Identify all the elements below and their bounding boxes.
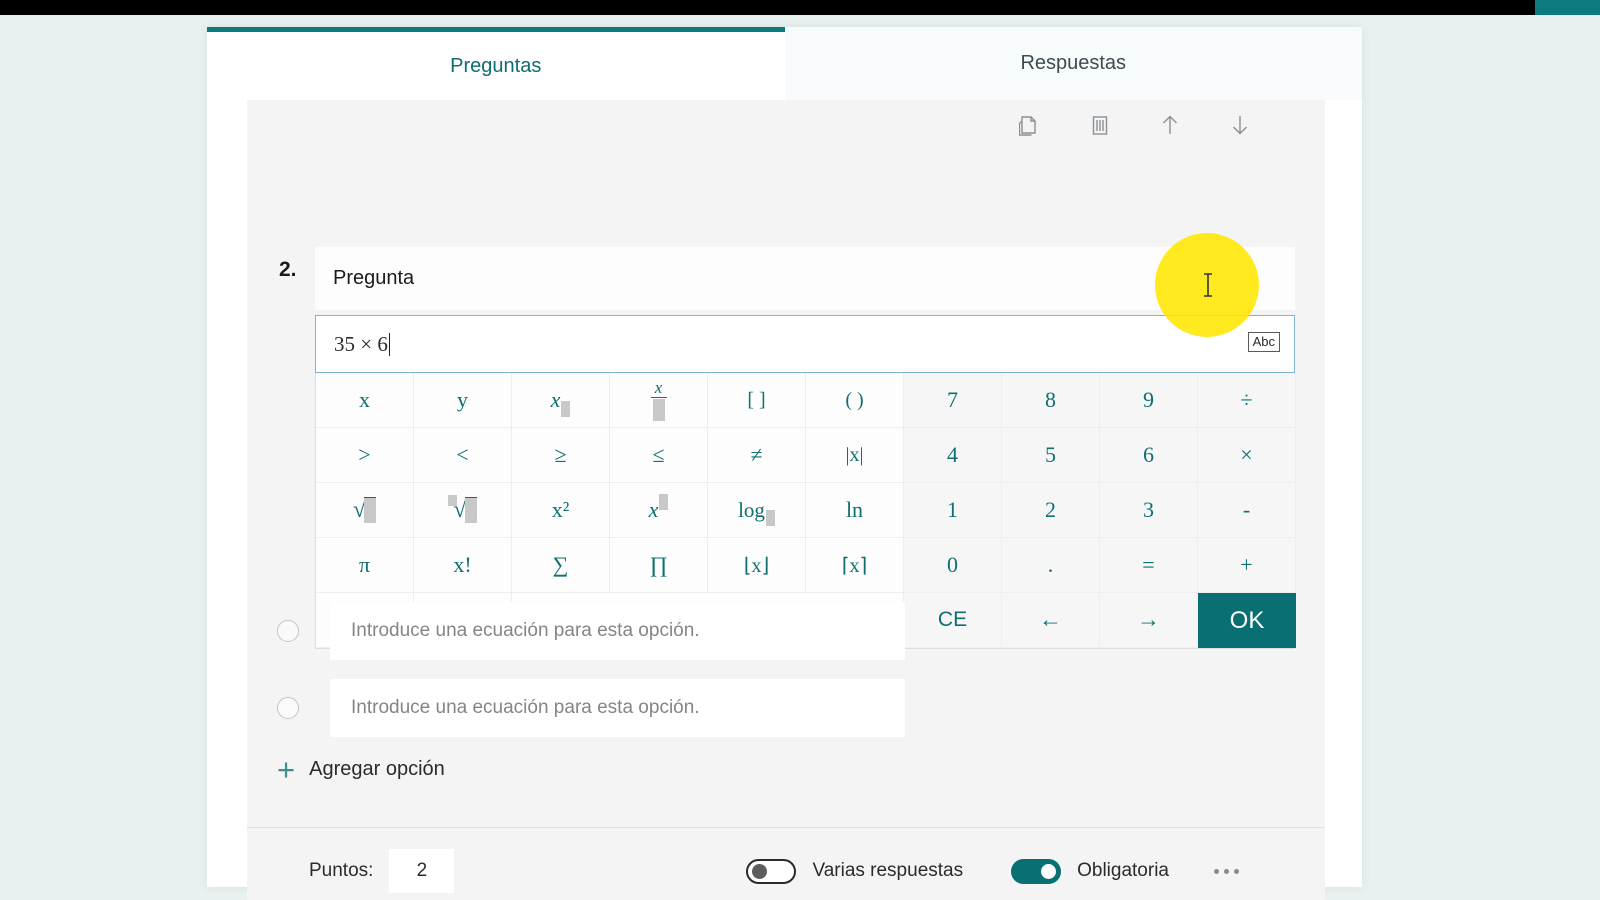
required-group: Obligatoria (1011, 858, 1169, 884)
key-not-equal[interactable]: ≠ (708, 428, 806, 483)
key-subscript[interactable]: x (512, 373, 610, 428)
points-label: Puntos: (309, 860, 374, 881)
question-toolbar (1015, 110, 1255, 140)
key-factorial[interactable]: x! (414, 538, 512, 593)
key-log[interactable]: log (708, 483, 806, 538)
required-toggle[interactable] (1011, 858, 1062, 884)
key-product[interactable]: ∏ (610, 538, 708, 593)
option-row: Introduce una ecuación para esta opción. (247, 600, 1325, 662)
key-multiply[interactable]: × (1198, 428, 1296, 483)
option-equation-input[interactable]: Introduce una ecuación para esta opción. (330, 602, 905, 660)
add-option-button[interactable]: + Agregar opción (247, 754, 1325, 785)
key-nth-root[interactable]: √ (414, 483, 512, 538)
key-brackets[interactable]: [ ] (708, 373, 806, 428)
copy-icon[interactable] (1015, 110, 1045, 140)
tab-preguntas-label: Preguntas (450, 54, 542, 77)
points-input[interactable]: 2 (389, 849, 455, 893)
key-fraction[interactable]: x (610, 373, 708, 428)
question-number: 2. (279, 258, 297, 281)
required-label: Obligatoria (1077, 860, 1169, 881)
key-y[interactable]: y (414, 373, 512, 428)
dot (1214, 868, 1219, 874)
plus-icon: + (277, 752, 296, 787)
key-3[interactable]: 3 (1100, 483, 1198, 538)
key-sum[interactable]: ∑ (512, 538, 610, 593)
delete-icon[interactable] (1085, 110, 1115, 140)
question-title-text: Pregunta (333, 267, 415, 289)
option-row: Introduce una ecuación para esta opción. (247, 677, 1325, 739)
key-greater-equal[interactable]: ≥ (512, 428, 610, 483)
equation-value: 35 × 6 (334, 331, 388, 356)
key-pi[interactable]: π (316, 538, 414, 593)
form-card: Preguntas Respuestas 2. Pregunta 35 × 6 … (207, 27, 1362, 900)
key-x-squared[interactable]: x² (512, 483, 610, 538)
key-divide[interactable]: ÷ (1198, 373, 1296, 428)
key-6[interactable]: 6 (1100, 428, 1198, 483)
tab-respuestas-label: Respuestas (1020, 52, 1127, 74)
app-root: Preguntas Respuestas 2. Pregunta 35 × 6 … (0, 0, 1600, 900)
key-decimal-point[interactable]: . (1002, 538, 1100, 593)
key-0[interactable]: 0 (904, 538, 1002, 593)
key-greater-than[interactable]: > (316, 428, 414, 483)
multiple-answers-label: Varias respuestas (812, 860, 964, 881)
os-taskbar (0, 0, 1600, 15)
tab-respuestas[interactable]: Respuestas (784, 27, 1362, 100)
key-x-power[interactable]: x (610, 483, 708, 538)
key-less-equal[interactable]: ≤ (610, 428, 708, 483)
key-absolute-value[interactable]: |x| (806, 428, 904, 483)
key-x[interactable]: x (316, 373, 414, 428)
key-4[interactable]: 4 (904, 428, 1002, 483)
points-value: 2 (416, 860, 428, 881)
key-2[interactable]: 2 (1002, 483, 1100, 538)
dot (1234, 868, 1239, 874)
dot (1224, 868, 1229, 874)
question-title-input[interactable]: Pregunta (315, 247, 1295, 310)
multiple-answers-toggle[interactable] (746, 858, 797, 884)
key-5[interactable]: 5 (1002, 428, 1100, 483)
key-minus[interactable]: - (1198, 483, 1296, 538)
move-up-icon[interactable] (1155, 110, 1185, 140)
key-less-than[interactable]: < (414, 428, 512, 483)
add-option-label: Agregar opción (309, 758, 445, 780)
key-7[interactable]: 7 (904, 373, 1002, 428)
key-8[interactable]: 8 (1002, 373, 1100, 428)
option-placeholder: Introduce una ecuación para esta opción. (351, 697, 700, 718)
key-plus[interactable]: + (1198, 538, 1296, 593)
equation-input[interactable]: 35 × 6 Abc (315, 315, 1295, 373)
question-footer: Puntos: 2 Varias respuestas Obligatoria (247, 827, 1325, 900)
multiple-answers-group: Varias respuestas (746, 858, 964, 884)
option-radio[interactable] (277, 697, 299, 719)
toggle-knob (752, 863, 768, 879)
toggle-knob (1041, 863, 1057, 879)
os-taskbar-accent (1535, 0, 1600, 15)
tab-preguntas[interactable]: Preguntas (207, 27, 785, 100)
key-floor[interactable]: ⌊x⌋ (708, 538, 806, 593)
equation-editor: 35 × 6 Abc x y x x[ ]( ) 7 8 9 ÷ > < ≥ ≤ ≠ |x| 4 5 6 × √ √ x… (315, 315, 1296, 649)
key-equals[interactable]: = (1100, 538, 1198, 593)
key-parentheses[interactable]: ( ) (806, 373, 904, 428)
option-equation-input[interactable]: Introduce una ecuación para esta opción. (330, 679, 905, 737)
option-placeholder: Introduce una ecuación para esta opción. (351, 620, 700, 641)
move-down-icon[interactable] (1225, 110, 1255, 140)
more-options-button[interactable] (1214, 868, 1239, 874)
key-square-root[interactable]: √ (316, 483, 414, 538)
abc-toggle-button[interactable]: Abc (1247, 332, 1280, 353)
option-radio[interactable] (277, 620, 299, 642)
key-ln[interactable]: ln (806, 483, 904, 538)
question-panel: 2. Pregunta 35 × 6 Abc x y x x[ ]( ) 7 8 9 ÷ > < ≥… (247, 100, 1325, 827)
options-list: Introduce una ecuación para esta opción.… (247, 600, 1325, 785)
text-caret (388, 332, 390, 356)
key-1[interactable]: 1 (904, 483, 1002, 538)
tab-bar: Preguntas Respuestas (207, 27, 1362, 100)
key-ceiling[interactable]: ⌈x⌉ (806, 538, 904, 593)
key-9[interactable]: 9 (1100, 373, 1198, 428)
